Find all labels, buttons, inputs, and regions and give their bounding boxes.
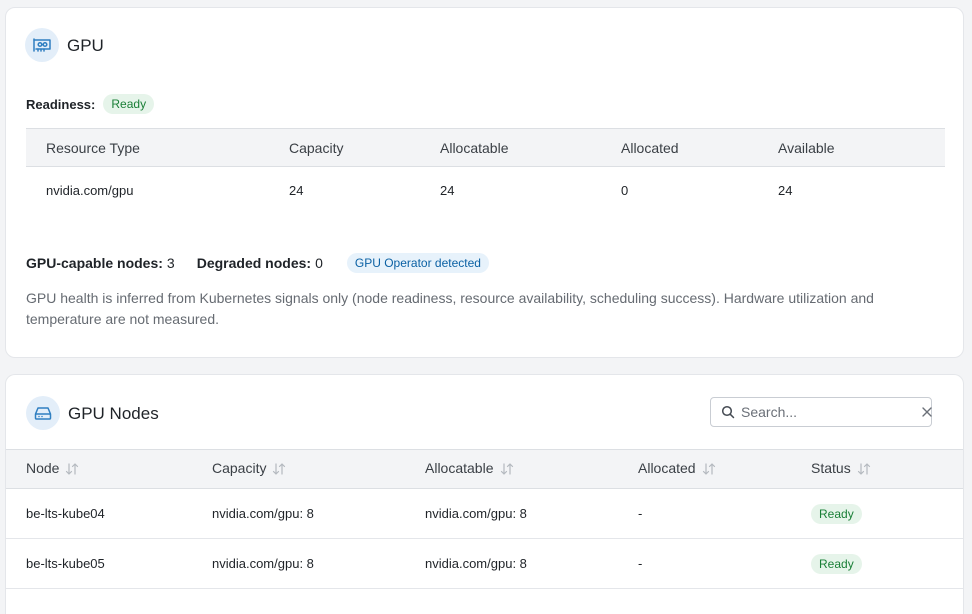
operator-badge: GPU Operator detected (346, 253, 489, 273)
column-header-available: Available (778, 128, 945, 167)
status-badge: Ready (811, 503, 862, 524)
cell-allocatable: nvidia.com/gpu: 8 (425, 488, 638, 539)
gpu-capable-value: 3 (166, 255, 175, 271)
column-header-capacity-label: Capacity (212, 460, 267, 477)
search-icon (721, 405, 735, 419)
gpu-nodes-table: Node Capacity Allocatable Allocated Stat… (6, 449, 963, 589)
gpu-nodes-card: GPU Nodes Node Capacity (5, 374, 964, 614)
cell-available: 24 (778, 183, 793, 198)
column-header-resource-type: Resource Type (26, 128, 289, 167)
readiness-badge: Ready (103, 94, 155, 114)
column-header-allocatable[interactable]: Allocatable (425, 449, 638, 489)
node-summary-row: GPU-capable nodes: 3 Degraded nodes: 0 G… (26, 253, 489, 273)
column-header-allocatable: Allocatable (440, 128, 621, 167)
table-row[interactable]: be-lts-kube04 nvidia.com/gpu: 8 nvidia.c… (6, 488, 963, 539)
resource-table-header: Resource Type Capacity Allocatable Alloc… (26, 128, 945, 167)
gpu-capable-label: GPU-capable nodes: (26, 255, 163, 271)
nodes-table-header: Node Capacity Allocatable Allocated Stat… (6, 449, 963, 489)
cell-capacity: nvidia.com/gpu: 8 (212, 488, 425, 539)
degraded-label: Degraded nodes: (196, 255, 312, 271)
sort-arrows-icon[interactable] (500, 462, 514, 478)
column-header-status-label: Status (811, 460, 851, 477)
degraded-value: 0 (315, 255, 323, 271)
sort-arrows-icon[interactable] (272, 462, 286, 478)
column-header-node[interactable]: Node (6, 449, 212, 489)
table-row[interactable]: be-lts-kube05 nvidia.com/gpu: 8 nvidia.c… (6, 538, 963, 589)
readiness-row: Readiness: Ready (26, 94, 155, 114)
readiness-label: Readiness: (26, 96, 96, 112)
cell-status: Ready (811, 488, 963, 539)
column-header-allocated-label: Allocated (638, 460, 696, 477)
table-row: nvidia.com/gpu 24 24 0 24 (26, 167, 945, 215)
column-header-node-label: Node (26, 460, 60, 477)
column-header-allocatable-label: Allocatable (425, 460, 494, 477)
cell-resource-type: nvidia.com/gpu (46, 183, 134, 198)
cell-allocatable: 24 (440, 183, 455, 198)
cell-node: be-lts-kube04 (6, 488, 212, 539)
gpu-summary-card: GPU Readiness: Ready Resource Type Capac… (5, 7, 964, 358)
column-header-capacity[interactable]: Capacity (212, 449, 425, 489)
sort-arrows-icon[interactable] (702, 462, 716, 478)
status-badge: Ready (811, 553, 862, 574)
cell-status: Ready (811, 538, 963, 589)
cell-node: be-lts-kube05 (6, 538, 212, 589)
search-input[interactable] (741, 404, 922, 420)
column-header-allocated: Allocated (621, 128, 778, 167)
gpu-nodes-title: GPU Nodes (68, 404, 159, 423)
cell-allocated: 0 (621, 183, 629, 198)
column-header-allocated[interactable]: Allocated (638, 449, 811, 489)
gpu-card-title: GPU (67, 36, 104, 55)
column-header-status[interactable]: Status (811, 449, 963, 489)
cell-capacity: nvidia.com/gpu: 8 (212, 538, 425, 589)
health-note: GPU health is inferred from Kubernetes s… (26, 290, 874, 327)
close-icon[interactable] (922, 407, 932, 417)
search-box (710, 397, 932, 427)
gpu-card-icon (25, 28, 59, 62)
cell-allocatable: nvidia.com/gpu: 8 (425, 538, 638, 589)
cell-allocated: - (638, 538, 811, 589)
hard-drive-icon (26, 396, 60, 430)
column-header-capacity: Capacity (289, 128, 440, 167)
cell-allocated: - (638, 488, 811, 539)
cell-capacity: 24 (289, 183, 304, 198)
resource-table: Resource Type Capacity Allocatable Alloc… (26, 128, 945, 214)
sort-arrows-icon[interactable] (857, 462, 871, 478)
sort-arrows-icon[interactable] (65, 462, 79, 478)
